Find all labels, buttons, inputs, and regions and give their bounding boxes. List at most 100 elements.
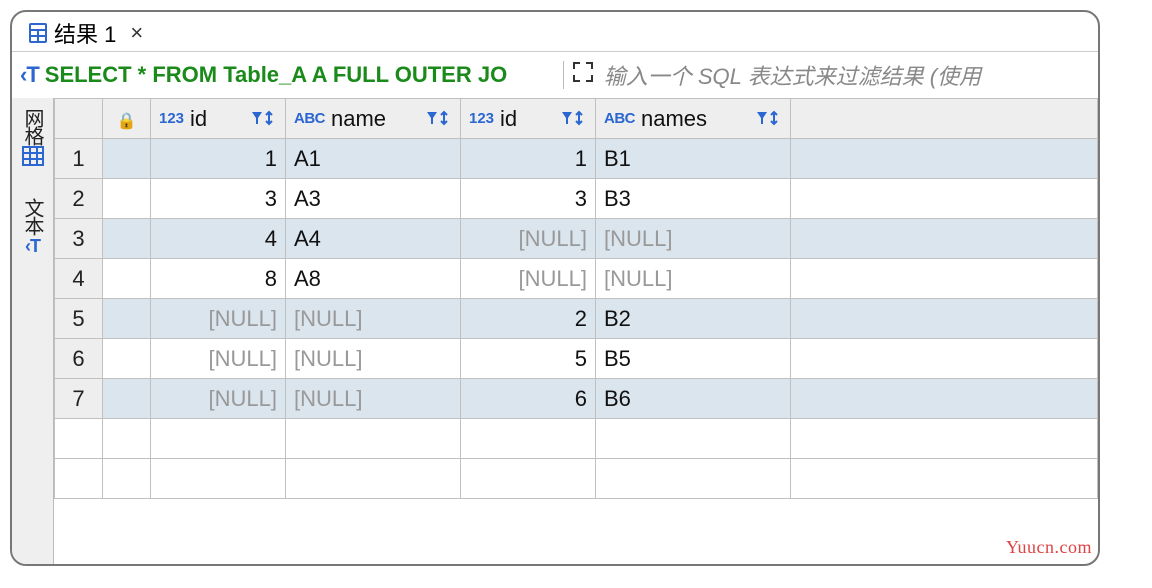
- filter-input[interactable]: 输入一个 SQL 表达式来过滤结果 (使用: [600, 57, 1090, 93]
- column-spacer: [791, 99, 1098, 139]
- tab-label: 结果 1: [54, 17, 116, 49]
- cell-id2[interactable]: 6: [461, 379, 596, 419]
- table-icon: [28, 22, 48, 44]
- table-row[interactable]: 5[NULL][NULL]2B2: [55, 299, 1098, 339]
- table-row[interactable]: 11A11B1: [55, 139, 1098, 179]
- row-number[interactable]: 7: [55, 379, 103, 419]
- column-label: names: [641, 106, 750, 132]
- cell-id2[interactable]: 1: [461, 139, 596, 179]
- filter-sort-icon[interactable]: [561, 110, 587, 128]
- cell-id[interactable]: 4: [151, 219, 286, 259]
- lock-cell[interactable]: [103, 219, 151, 259]
- tab-bar: 结果 1 ×: [12, 12, 1098, 52]
- cell-id[interactable]: 1: [151, 139, 286, 179]
- table-body: 11A11B123A33B334A4[NULL][NULL]48A8[NULL]…: [55, 139, 1098, 499]
- type-badge-number: 123: [159, 110, 184, 127]
- sidebar-item-text[interactable]: 文本 ‹T: [18, 198, 47, 257]
- cell-spacer: [791, 139, 1098, 179]
- sidebar-item-grid[interactable]: 网格: [18, 108, 47, 172]
- cell-id2[interactable]: 3: [461, 179, 596, 219]
- cell-id[interactable]: [NULL]: [151, 379, 286, 419]
- lock-cell[interactable]: [103, 179, 151, 219]
- empty-row: [55, 459, 1098, 499]
- cell-id[interactable]: 3: [151, 179, 286, 219]
- cell-spacer: [791, 299, 1098, 339]
- expand-icon[interactable]: [572, 61, 594, 89]
- cell-spacer: [791, 339, 1098, 379]
- data-grid: 🔒 123 id ABC: [54, 98, 1098, 564]
- column-header-id-1[interactable]: 123 id: [151, 99, 286, 139]
- text-icon: ‹T: [25, 236, 40, 257]
- row-number[interactable]: 6: [55, 339, 103, 379]
- cell-names[interactable]: B2: [596, 299, 791, 339]
- type-badge-text: ABC: [604, 110, 635, 127]
- cell-id[interactable]: 8: [151, 259, 286, 299]
- toolbar: ‹T SELECT * FROM Table_A A FULL OUTER JO…: [12, 52, 1098, 98]
- cell-names[interactable]: [NULL]: [596, 219, 791, 259]
- lock-cell[interactable]: [103, 339, 151, 379]
- cell-id2[interactable]: 2: [461, 299, 596, 339]
- filter-sort-icon[interactable]: [251, 110, 277, 128]
- cell-spacer: [791, 379, 1098, 419]
- cell-name[interactable]: [NULL]: [286, 299, 461, 339]
- cell-names[interactable]: B5: [596, 339, 791, 379]
- cell-id2[interactable]: [NULL]: [461, 259, 596, 299]
- cell-names[interactable]: [NULL]: [596, 259, 791, 299]
- cell-name[interactable]: A4: [286, 219, 461, 259]
- lock-icon: 🔒: [117, 113, 137, 130]
- lock-header[interactable]: 🔒: [103, 99, 151, 139]
- cell-id2[interactable]: [NULL]: [461, 219, 596, 259]
- column-label: id: [500, 106, 555, 132]
- sql-type-icon: ‹T: [20, 62, 39, 88]
- sidebar-label-grid: 网格: [18, 108, 47, 144]
- close-icon[interactable]: ×: [130, 20, 143, 46]
- cell-spacer: [791, 259, 1098, 299]
- lock-cell[interactable]: [103, 139, 151, 179]
- type-badge-number: 123: [469, 110, 494, 127]
- row-number[interactable]: 1: [55, 139, 103, 179]
- rownum-header[interactable]: [55, 99, 103, 139]
- lock-cell[interactable]: [103, 259, 151, 299]
- view-sidebar: 网格 文本 ‹T: [12, 98, 54, 564]
- sql-query-text[interactable]: SELECT * FROM Table_A A FULL OUTER JO: [45, 62, 555, 88]
- cell-name[interactable]: [NULL]: [286, 339, 461, 379]
- column-header-names[interactable]: ABC names: [596, 99, 791, 139]
- row-number[interactable]: 5: [55, 299, 103, 339]
- sidebar-label-text: 文本: [18, 198, 47, 234]
- column-label: id: [190, 106, 245, 132]
- toolbar-divider: [563, 61, 564, 89]
- grid-icon: [22, 146, 44, 172]
- cell-name[interactable]: [NULL]: [286, 379, 461, 419]
- cell-id[interactable]: [NULL]: [151, 299, 286, 339]
- cell-name[interactable]: A8: [286, 259, 461, 299]
- filter-sort-icon[interactable]: [426, 110, 452, 128]
- cell-spacer: [791, 179, 1098, 219]
- lock-cell[interactable]: [103, 299, 151, 339]
- cell-names[interactable]: B6: [596, 379, 791, 419]
- filter-sort-icon[interactable]: [756, 110, 782, 128]
- lock-cell[interactable]: [103, 379, 151, 419]
- cell-name[interactable]: A1: [286, 139, 461, 179]
- cell-id[interactable]: [NULL]: [151, 339, 286, 379]
- table-row[interactable]: 6[NULL][NULL]5B5: [55, 339, 1098, 379]
- table-row[interactable]: 23A33B3: [55, 179, 1098, 219]
- table-row[interactable]: 34A4[NULL][NULL]: [55, 219, 1098, 259]
- cell-name[interactable]: A3: [286, 179, 461, 219]
- column-header-name[interactable]: ABC name: [286, 99, 461, 139]
- results-table: 🔒 123 id ABC: [54, 98, 1098, 499]
- tab-results-1[interactable]: 结果 1 ×: [22, 13, 149, 53]
- table-row[interactable]: 48A8[NULL][NULL]: [55, 259, 1098, 299]
- table-row[interactable]: 7[NULL][NULL]6B6: [55, 379, 1098, 419]
- row-number[interactable]: 3: [55, 219, 103, 259]
- cell-names[interactable]: B3: [596, 179, 791, 219]
- column-header-id-2[interactable]: 123 id: [461, 99, 596, 139]
- content-area: 网格 文本 ‹T 🔒 123: [12, 98, 1098, 564]
- column-label: name: [331, 106, 420, 132]
- cell-names[interactable]: B1: [596, 139, 791, 179]
- cell-spacer: [791, 219, 1098, 259]
- row-number[interactable]: 4: [55, 259, 103, 299]
- row-number[interactable]: 2: [55, 179, 103, 219]
- empty-row: [55, 419, 1098, 459]
- type-badge-text: ABC: [294, 110, 325, 127]
- cell-id2[interactable]: 5: [461, 339, 596, 379]
